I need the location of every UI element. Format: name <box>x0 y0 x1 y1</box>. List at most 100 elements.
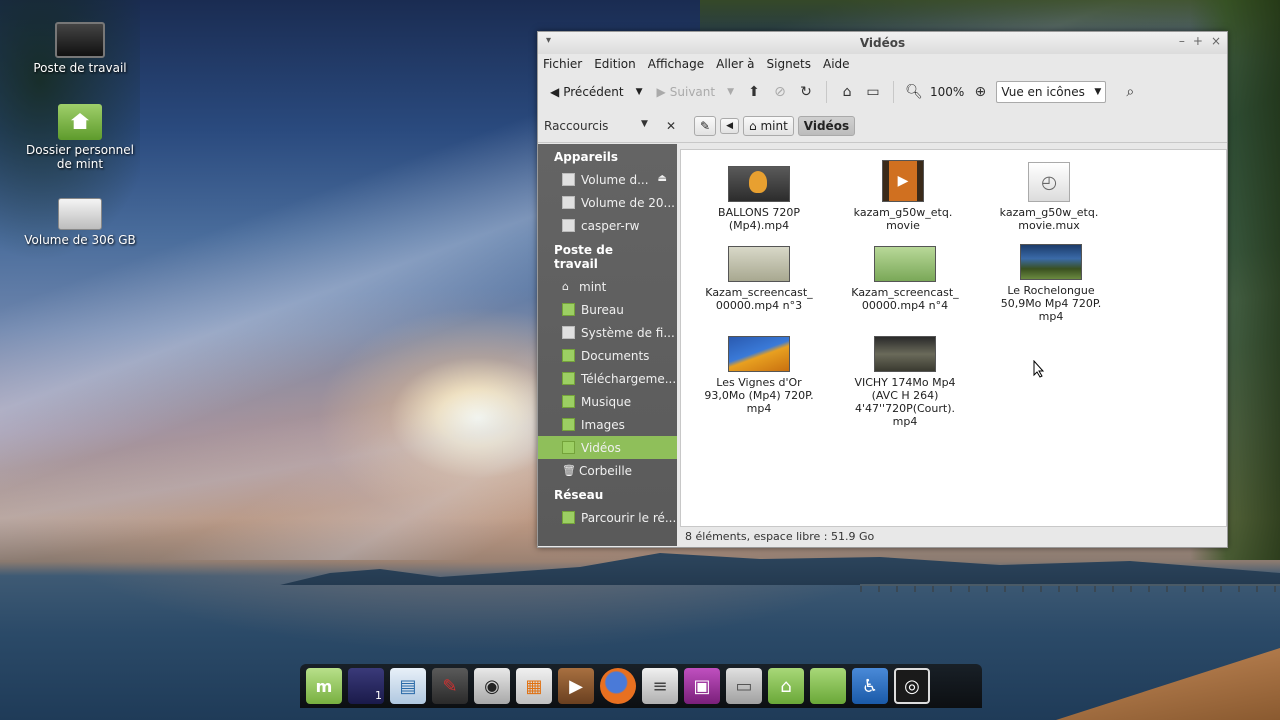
desktop-icon-label: Volume de 306 GB <box>24 233 136 247</box>
mixer-icon[interactable]: ≡ <box>642 668 678 704</box>
sidebar-item-music[interactable]: Musique <box>538 390 677 413</box>
sidebar: Appareils Volume d... ⏏ Volume de 20... … <box>538 144 677 546</box>
eject-icon[interactable]: ⏏ <box>658 173 667 184</box>
drive-icon <box>58 198 102 230</box>
view-mode-select[interactable]: Vue en icônes ▼ <box>996 81 1107 103</box>
desktop-icon-label: Poste de travail <box>33 61 127 75</box>
menu-aller-a[interactable]: Aller à <box>716 57 754 71</box>
menu-edition[interactable]: Edition <box>594 57 636 71</box>
clock-file-icon: ◴ <box>1028 162 1070 202</box>
back-history-dropdown-icon[interactable]: ▼ <box>636 87 643 97</box>
sidebar-item-filesystem[interactable]: Système de fi... <box>538 321 677 344</box>
desktop-icon-volume[interactable]: Volume de 306 GB <box>20 198 140 247</box>
sidebar-type-select[interactable]: Raccourcis ▼ ✕ <box>538 119 682 133</box>
forward-button[interactable]: ▶ Suivant ▼ <box>653 82 738 102</box>
sidebar-item-label: Bureau <box>581 302 624 317</box>
file-item[interactable]: Le Rochelongue 50,9Mo Mp4 720P. mp4 <box>991 244 1111 323</box>
breadcrumb-videos[interactable]: Vidéos <box>797 116 856 136</box>
file-name: kazam_g50w_etq. movie.mux <box>999 206 1099 232</box>
camera-icon[interactable]: ◉ <box>474 668 510 704</box>
breadcrumb-label: mint <box>760 119 788 133</box>
file-name: BALLONS 720P (Mp4).mp4 <box>718 206 800 232</box>
writer-icon[interactable]: ▤ <box>390 668 426 704</box>
folder-icon[interactable] <box>810 668 846 704</box>
desktop-icon-home[interactable]: Dossier personnel de mint <box>20 104 140 171</box>
file-item[interactable]: Les Vignes d'Or 93,0Mo (Mp4) 720P. mp4 <box>699 336 819 415</box>
file-view[interactable]: BALLONS 720P (Mp4).mp4 ▶ kazam_g50w_etq.… <box>680 149 1227 527</box>
title-bar[interactable]: ▾ Vidéos – + × <box>538 32 1227 54</box>
sidebar-item-mint[interactable]: ⌂ mint <box>538 275 677 298</box>
edit-location-icon[interactable]: ✎ <box>694 116 717 136</box>
sidebar-item-trash[interactable]: 🗑︎ Corbeille <box>538 459 677 482</box>
mint-menu-icon[interactable]: m <box>306 668 342 704</box>
sidebar-item-videos[interactable]: Vidéos <box>538 436 677 459</box>
menu-signets[interactable]: Signets <box>767 57 812 71</box>
back-button[interactable]: ◀ Précédent ▼ <box>546 82 647 102</box>
close-icon[interactable]: × <box>1211 34 1221 48</box>
maximize-icon[interactable]: + <box>1193 34 1203 48</box>
sidebar-item-bureau[interactable]: Bureau <box>538 298 677 321</box>
desktop-icon-label: Dossier personnel de mint <box>25 143 134 171</box>
home-folder-icon[interactable]: ⌂ <box>768 668 804 704</box>
file-item[interactable]: Kazam_screencast_ 00000.mp4 n°3 <box>699 246 819 312</box>
breadcrumb: ✎ ◀ ⌂ mint Vidéos <box>694 116 856 136</box>
documents-folder-icon <box>562 349 575 362</box>
sidebar-item-label: Volume de 20... <box>581 195 675 210</box>
text-editor-icon[interactable]: ✎ <box>432 668 468 704</box>
home-icon[interactable]: ⌂ <box>837 82 857 102</box>
zoom-out-icon[interactable]: 🔍︎ <box>904 82 924 102</box>
sidebar-item-images[interactable]: Images <box>538 413 677 436</box>
file-item[interactable]: VICHY 174Mo Mp4 (AVC H 264) 4'47''720P(C… <box>845 336 965 428</box>
status-bar: 8 éléments, espace libre : 51.9 Go <box>685 530 875 543</box>
media-player-icon[interactable]: ▶ <box>558 668 594 704</box>
menu-fichier[interactable]: Fichier <box>543 57 582 71</box>
breadcrumb-back-icon[interactable]: ◀ <box>720 118 739 134</box>
video-thumbnail <box>728 336 790 372</box>
sidebar-item-downloads[interactable]: Téléchargeme... <box>538 367 677 390</box>
sidebar-item-volume-2[interactable]: Volume de 20... <box>538 191 677 214</box>
monitor-icon <box>55 22 105 58</box>
sidebar-section-title: Réseau <box>554 488 604 502</box>
firefox-icon[interactable] <box>600 668 636 704</box>
forward-history-dropdown-icon[interactable]: ▼ <box>727 87 734 97</box>
home-folder-icon <box>58 104 102 140</box>
trash-icon: 🗑︎ <box>562 464 576 477</box>
files-icon[interactable]: ▭ <box>726 668 762 704</box>
stop-icon[interactable]: ⊘ <box>770 82 790 102</box>
file-item[interactable]: ▶ kazam_g50w_etq. movie <box>843 160 963 232</box>
desktop-icon-computer[interactable]: Poste de travail <box>20 22 140 75</box>
sidebar-item-volume-1[interactable]: Volume d... ⏏ <box>538 168 677 191</box>
search-icon[interactable]: ⌕ <box>1120 82 1140 102</box>
breadcrumb-mint[interactable]: ⌂ mint <box>742 116 794 136</box>
minimize-icon[interactable]: – <box>1179 34 1185 48</box>
video-thumbnail <box>874 246 936 282</box>
toolbar-separator <box>893 81 895 103</box>
sidebar-item-network[interactable]: Parcourir le ré... <box>538 506 677 529</box>
beach <box>1056 648 1280 720</box>
menu-affichage[interactable]: Affichage <box>648 57 704 71</box>
zoom-level: 100% <box>930 85 965 99</box>
file-item[interactable]: Kazam_screencast_ 00000.mp4 n°4 <box>845 246 965 312</box>
sidebar-item-documents[interactable]: Documents <box>538 344 677 367</box>
media-icon[interactable]: ▣ <box>684 668 720 704</box>
chevron-down-icon: ▼ <box>1094 87 1102 97</box>
up-arrow-icon[interactable]: ⬆ <box>744 82 764 102</box>
sidebar-section-title: Poste de travail <box>554 243 613 271</box>
downloads-folder-icon <box>562 372 575 385</box>
workspace-icon[interactable]: 1 <box>348 668 384 704</box>
computer-icon[interactable]: ▭ <box>863 82 883 102</box>
file-item[interactable]: ◴ kazam_g50w_etq. movie.mux <box>989 162 1109 232</box>
settings-icon[interactable]: ◎ <box>894 668 930 704</box>
file-item[interactable]: BALLONS 720P (Mp4).mp4 <box>699 166 819 232</box>
file-name: Les Vignes d'Or 93,0Mo (Mp4) 720P. mp4 <box>704 376 814 415</box>
video-editor-icon[interactable]: ▦ <box>516 668 552 704</box>
sidebar-item-casper-rw[interactable]: casper-rw <box>538 214 677 237</box>
sidebar-item-label: Volume d... <box>581 172 649 187</box>
sidebar-item-label: Téléchargeme... <box>581 371 677 386</box>
menu-aide[interactable]: Aide <box>823 57 850 71</box>
reload-icon[interactable]: ↻ <box>796 82 816 102</box>
menu-bar: Fichier Edition Affichage Aller à Signet… <box>538 54 1227 74</box>
zoom-in-icon[interactable]: ⊕ <box>970 82 990 102</box>
accessibility-icon[interactable]: ♿︎ <box>852 668 888 704</box>
close-sidebar-icon[interactable]: ✕ <box>666 119 676 133</box>
